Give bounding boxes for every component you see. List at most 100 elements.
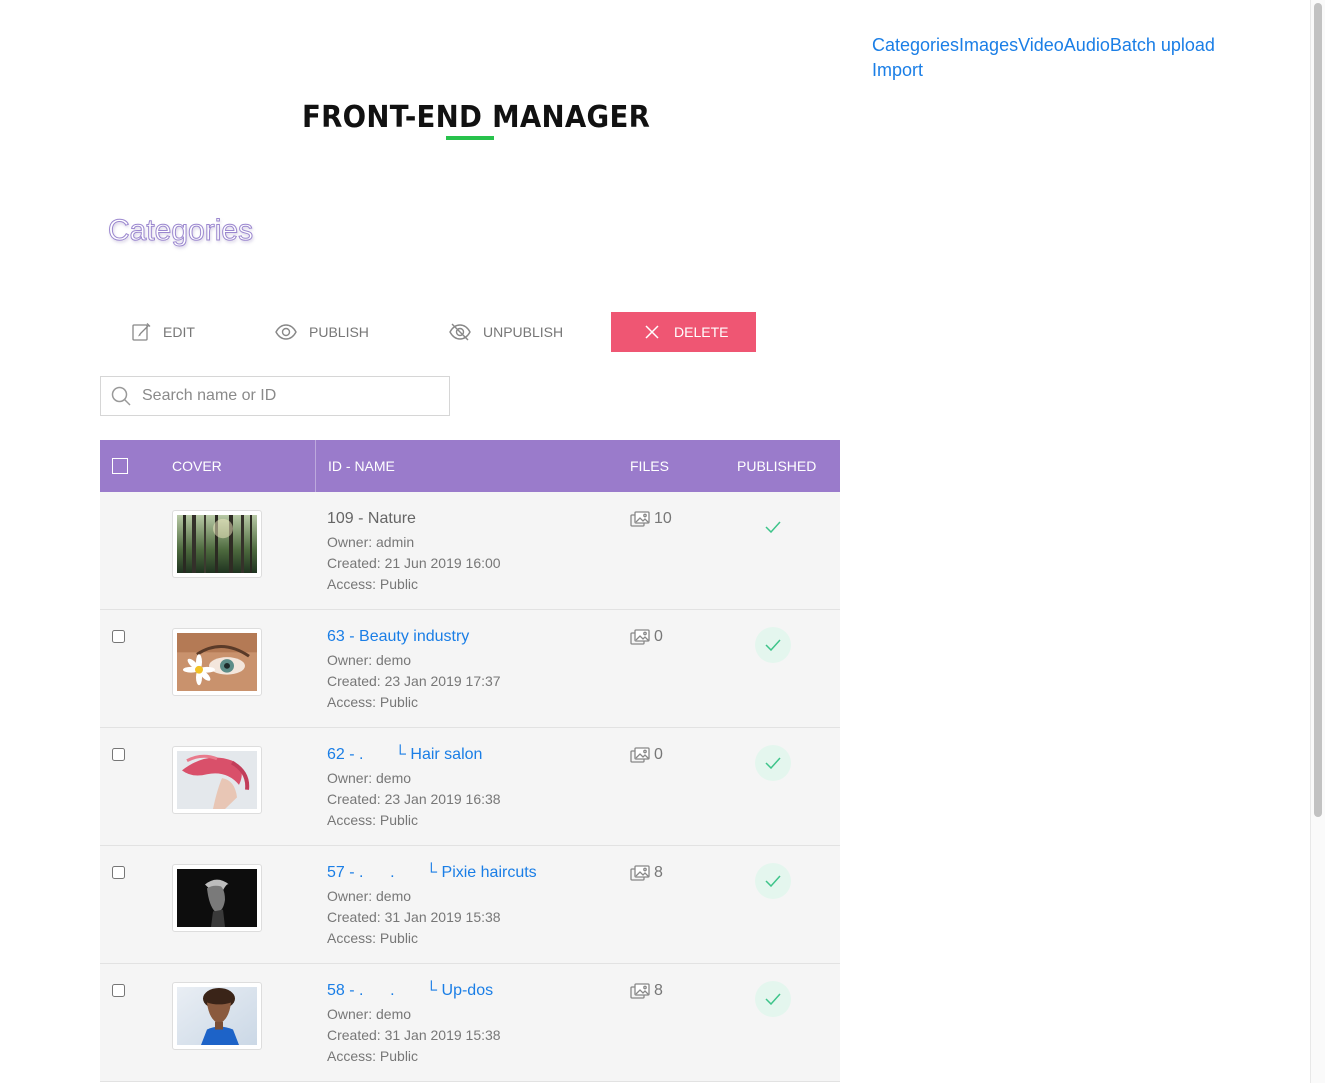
category-prefix: 58 - . [327,982,364,999]
category-owner: Owner: admin [327,534,415,550]
subcategory-indent: └ [425,864,438,881]
eye-icon [275,324,297,340]
column-id-name[interactable]: ID - NAME [315,440,395,492]
category-prefix-dot: . [390,982,395,999]
category-title: Hair salon [410,746,483,763]
cover-thumbnail[interactable] [172,864,262,932]
page-scrollbar[interactable] [1310,0,1325,1083]
row-checkbox[interactable] [112,630,125,643]
category-title: Pixie haircuts [441,864,537,881]
category-prefix-dot: . [390,864,395,881]
pixie-portrait-image [177,869,257,927]
column-cover: COVER [172,458,222,474]
files-count-value: 8 [654,982,663,999]
nav-audio-link[interactable]: Audio [1064,35,1110,55]
category-name: 109 - Nature [327,510,416,527]
cover-thumbnail[interactable] [172,982,262,1050]
published-toggle[interactable] [755,627,791,663]
scrollbar-thumb[interactable] [1314,3,1322,817]
published-toggle[interactable] [755,509,791,545]
publish-label: PUBLISH [309,324,369,340]
category-created: Created: 31 Jan 2019 15:38 [327,1027,501,1043]
category-access: Access: Public [327,812,419,828]
search-box [100,376,450,416]
column-published[interactable]: PUBLISHED [737,440,816,492]
files-count-value: 0 [654,628,663,645]
table-row: 57 - . . └ Pixie haircuts Owner: demo Cr… [100,846,840,964]
category-access: Access: Public [327,576,419,592]
files-count: 8 [630,982,663,1000]
table-row: 63 - Beauty industry Owner: demo Created… [100,610,840,728]
images-icon [630,983,650,999]
nav-import-link[interactable]: Import [872,60,923,80]
published-toggle[interactable] [755,745,791,781]
search-icon [111,386,131,406]
nav-batch-upload-link[interactable]: Batch upload [1110,35,1215,55]
edit-button[interactable]: EDIT [131,312,195,352]
check-icon [765,993,781,1005]
table-header: COVER ID - NAME FILES PUBLISHED [100,440,840,492]
check-icon [765,639,781,651]
column-files[interactable]: FILES [630,440,669,492]
published-toggle[interactable] [755,863,791,899]
files-count: 0 [630,628,663,646]
category-owner: Owner: demo [327,770,412,786]
files-count: 8 [630,864,663,882]
category-name[interactable]: 62 - . └ Hair salon [327,746,482,764]
images-icon [630,747,650,763]
unpublish-label: UNPUBLISH [483,324,564,340]
page-title: FRONT-END MANAGER [302,100,651,135]
updo-portrait-image [177,987,257,1045]
cover-thumbnail[interactable] [172,628,262,696]
edit-label: EDIT [163,324,195,340]
category-name[interactable]: 63 - Beauty industry [327,628,469,646]
files-count: 0 [630,746,663,764]
images-icon [630,865,650,881]
pink-hair-image [177,751,257,809]
check-icon [765,875,781,887]
delete-label: DELETE [674,324,729,340]
top-nav: CategoriesImagesVideoAudioBatch upload I… [872,33,1272,83]
table-row: 109 - Nature Owner: admin Created: 21 Ju… [100,492,840,610]
delete-button[interactable]: DELETE [611,312,756,352]
category-owner: Owner: demo [327,1006,412,1022]
cover-thumbnail[interactable] [172,510,262,578]
category-created: Created: 23 Jan 2019 16:38 [327,791,501,807]
images-icon [630,629,650,645]
category-name[interactable]: 57 - . . └ Pixie haircuts [327,864,537,882]
category-created: Created: 31 Jan 2019 15:38 [327,909,501,925]
select-all-checkbox[interactable] [112,440,128,492]
eye-off-icon [449,323,471,341]
published-toggle[interactable] [755,981,791,1017]
nav-categories-link[interactable]: Categories [872,35,959,55]
nav-video-link[interactable]: Video [1018,35,1064,55]
eye-daisy-image [177,633,257,691]
category-owner: Owner: demo [327,652,412,668]
files-count: 10 [630,510,672,528]
category-created: Created: 23 Jan 2019 17:37 [327,673,501,689]
unpublish-button[interactable]: UNPUBLISH [449,312,563,352]
category-created: Created: 21 Jun 2019 16:00 [327,555,501,571]
row-checkbox[interactable] [112,748,125,761]
cover-thumbnail[interactable] [172,746,262,814]
nav-images-link[interactable]: Images [959,35,1018,55]
row-checkbox[interactable] [112,866,125,879]
categories-table: COVER ID - NAME FILES PUBLISHED 109 - Na… [100,440,840,1082]
check-icon [765,521,781,533]
category-access: Access: Public [327,930,419,946]
category-prefix: 62 - . [327,746,364,763]
publish-button[interactable]: PUBLISH [275,312,369,352]
category-name[interactable]: 58 - . . └ Up-dos [327,982,493,1000]
page: CategoriesImagesVideoAudioBatch upload I… [0,0,1325,1083]
category-access: Access: Public [327,1048,419,1064]
category-prefix: 57 - . [327,864,364,881]
subcategory-indent: └ [425,982,438,999]
category-owner: Owner: demo [327,888,412,904]
files-count-value: 10 [654,510,672,527]
search-input[interactable] [142,387,432,405]
category-title: Up-dos [441,982,494,999]
check-icon [765,757,781,769]
row-checkbox[interactable] [112,984,125,997]
edit-icon [132,323,151,341]
subcategory-indent: └ [394,746,406,763]
